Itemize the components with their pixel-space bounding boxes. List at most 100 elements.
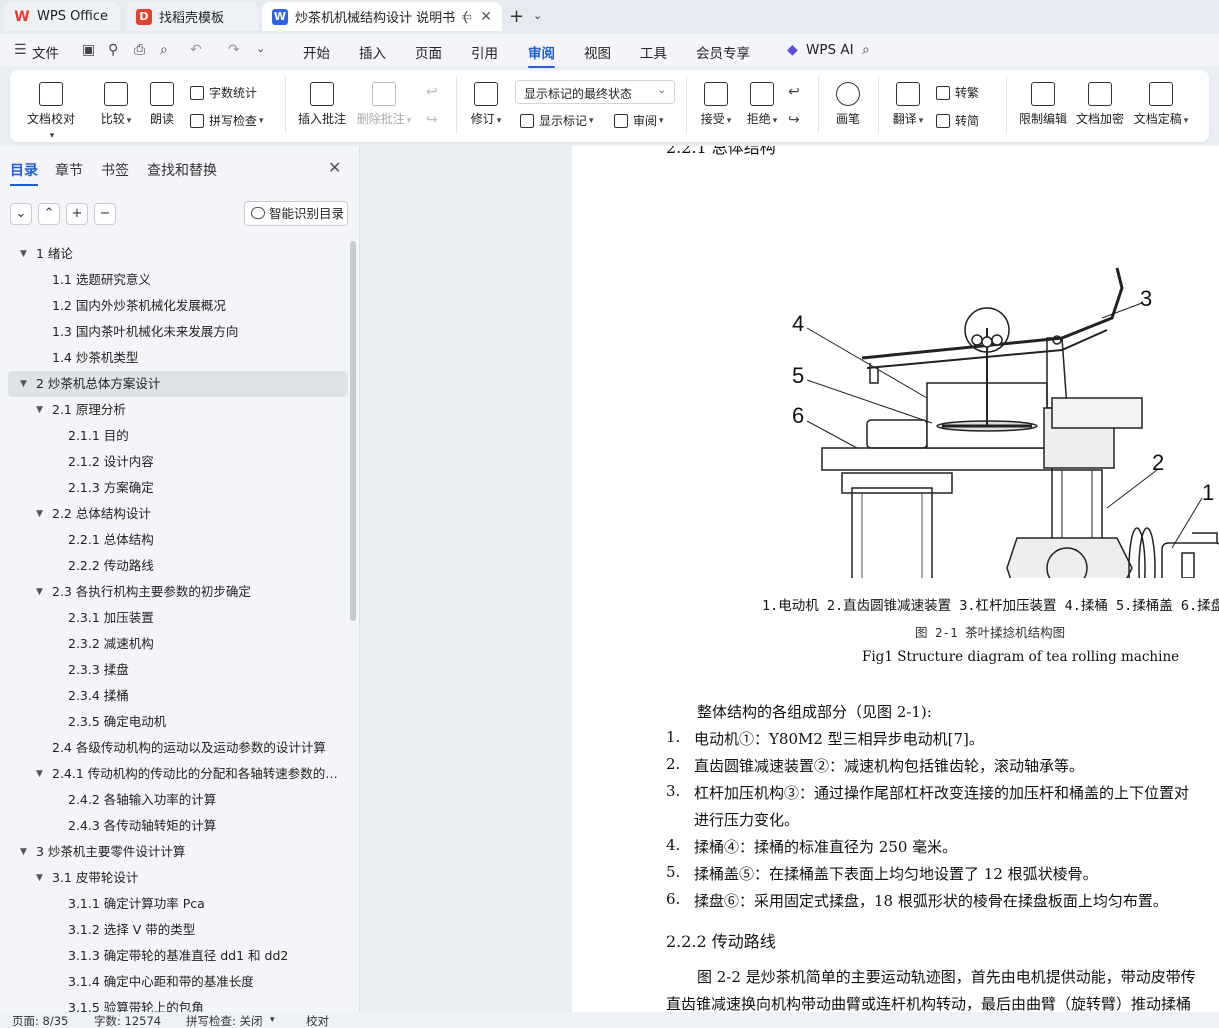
proof-status[interactable]: 校对 bbox=[306, 1013, 329, 1028]
spell-check-button[interactable]: 拼写检查 ▾ bbox=[190, 112, 264, 129]
toc-item[interactable]: 2.1.1 目的 bbox=[8, 423, 348, 449]
toc-item[interactable]: ▼ 2.1 原理分析 bbox=[8, 397, 348, 423]
delete-comment-button[interactable]: 删除批注 ▾ bbox=[354, 82, 414, 127]
toc-item[interactable]: ▼ 2.4.1 传动机构的传动比的分配和各轴转速参数的设 ... bbox=[8, 761, 348, 787]
toc-item[interactable]: 3.1.5 验算带轮上的包角 bbox=[8, 995, 348, 1012]
accept-button[interactable]: 接受 ▾ bbox=[696, 82, 736, 127]
tab-document[interactable]: W 炒茶机机械结构设计 说明书（ ▭ ✕ bbox=[262, 2, 502, 31]
nav-tab-sections[interactable]: 章节 bbox=[55, 160, 83, 180]
doc-check-button[interactable]: 文档校对▾ bbox=[26, 82, 76, 141]
toc-item[interactable]: ▼ 2 炒茶机总体方案设计 bbox=[8, 371, 348, 397]
toc-item[interactable]: 2.3.5 确定电动机 bbox=[8, 709, 348, 735]
prev-comment-icon[interactable]: ↩ bbox=[426, 84, 438, 100]
pen-button[interactable]: 画笔 bbox=[830, 82, 866, 127]
markup-state-select[interactable]: 显示标记的最终状态 ⌄ bbox=[515, 80, 675, 104]
toc-item[interactable]: 1.2 国内外炒茶机械化发展概况 bbox=[8, 293, 348, 319]
smart-toc-button[interactable]: 智能识别目录 bbox=[244, 201, 348, 226]
menu-file[interactable]: 文件 bbox=[32, 42, 59, 62]
next-change-icon[interactable]: ↪ bbox=[788, 112, 800, 128]
translate-button[interactable]: 翻译 ▾ bbox=[888, 82, 928, 127]
menu-insert[interactable]: 插入 bbox=[359, 42, 386, 62]
hamburger-icon[interactable]: ☰ bbox=[14, 42, 27, 58]
restrict-edit-button[interactable]: 限制编辑 bbox=[1016, 82, 1070, 127]
search-icon[interactable]: ⌕ bbox=[862, 42, 870, 58]
to-simplified-button[interactable]: 转简 bbox=[936, 112, 979, 129]
toc-item[interactable]: 2.3.2 减速机构 bbox=[8, 631, 348, 657]
toc-item[interactable]: 3.1.3 确定带轮的基准直径 dd1 和 dd2 bbox=[8, 943, 348, 969]
expand-toggle-icon[interactable]: ▼ bbox=[20, 241, 27, 267]
toc-item[interactable]: ▼ 1 绪论 bbox=[8, 241, 348, 267]
word-count-button[interactable]: 字数统计 bbox=[190, 84, 257, 101]
toc-item[interactable]: 3.1.4 确定中心距和带的基准长度 bbox=[8, 969, 348, 995]
close-icon[interactable]: ✕ bbox=[328, 158, 341, 177]
menu-reference[interactable]: 引用 bbox=[471, 42, 498, 62]
tab-wps-office[interactable]: W WPS Office bbox=[4, 2, 120, 31]
toc-item[interactable]: 2.1.2 设计内容 bbox=[8, 449, 348, 475]
finalize-button[interactable]: 文档定稿 ▾ bbox=[1130, 82, 1192, 127]
expand-toggle-icon[interactable]: ▼ bbox=[36, 865, 43, 891]
toc-item[interactable]: 2.4.3 各传动轴转矩的计算 bbox=[8, 813, 348, 839]
chevron-down-icon[interactable]: ⌄ bbox=[256, 42, 265, 55]
toc-item[interactable]: 1.3 国内茶叶机械化未来发展方向 bbox=[8, 319, 348, 345]
toc-item[interactable]: 2.1.3 方案确定 bbox=[8, 475, 348, 501]
encrypt-button[interactable]: 文档加密 bbox=[1072, 82, 1128, 127]
monitor-icon[interactable]: ▭ bbox=[462, 10, 472, 23]
menu-page[interactable]: 页面 bbox=[415, 42, 442, 62]
expand-toggle-icon[interactable]: ▼ bbox=[36, 579, 43, 605]
menu-vip[interactable]: 会员专享 bbox=[696, 42, 750, 62]
toc-item[interactable]: 2.3.4 揉桶 bbox=[8, 683, 348, 709]
undo-icon[interactable]: ↶ bbox=[190, 42, 202, 58]
show-markup-button[interactable]: 显示标记 ▾ bbox=[520, 112, 594, 129]
toc-item[interactable]: ▼ 2.2 总体结构设计 bbox=[8, 501, 348, 527]
menu-tools[interactable]: 工具 bbox=[640, 42, 667, 62]
chevron-down-icon[interactable]: ▾ bbox=[270, 1015, 275, 1025]
next-comment-icon[interactable]: ↪ bbox=[426, 112, 438, 128]
toc-item[interactable]: 2.3.3 揉盘 bbox=[8, 657, 348, 683]
nav-tab-toc[interactable]: 目录 bbox=[10, 160, 38, 186]
toc-item[interactable]: 2.2.1 总体结构 bbox=[8, 527, 348, 553]
toc-item[interactable]: 2.4 各级传动机构的运动以及运动参数的设计计算 bbox=[8, 735, 348, 761]
review-pane-button[interactable]: 审阅 ▾ bbox=[614, 112, 664, 129]
expand-toggle-icon[interactable]: ▼ bbox=[36, 761, 43, 787]
expand-toggle-icon[interactable]: ▼ bbox=[36, 501, 43, 527]
collapse-all-button[interactable]: ⌄ bbox=[10, 203, 32, 225]
insert-comment-button[interactable]: 插入批注 bbox=[296, 82, 348, 127]
redo-icon[interactable]: ↷ bbox=[228, 42, 240, 58]
word-count-indicator[interactable]: 字数: 12574 bbox=[94, 1013, 161, 1028]
share-icon[interactable]: ⚲ bbox=[108, 42, 118, 58]
menu-view[interactable]: 视图 bbox=[584, 42, 611, 62]
save-icon[interactable]: ▣ bbox=[82, 42, 95, 58]
remove-heading-button[interactable]: − bbox=[94, 203, 116, 225]
nav-tab-bookmarks[interactable]: 书签 bbox=[101, 160, 129, 180]
nav-tab-find-replace[interactable]: 查找和替换 bbox=[147, 160, 217, 180]
toc-item[interactable]: ▼ 2.3 各执行机构主要参数的初步确定 bbox=[8, 579, 348, 605]
track-changes-button[interactable]: 修订 ▾ bbox=[466, 82, 506, 127]
menu-start[interactable]: 开始 bbox=[303, 42, 330, 62]
to-traditional-button[interactable]: 转繁 bbox=[936, 84, 979, 101]
prev-change-icon[interactable]: ↩ bbox=[788, 84, 800, 100]
page-indicator[interactable]: 页面: 8/35 bbox=[12, 1013, 68, 1028]
toc-item[interactable]: 1.4 炒茶机类型 bbox=[8, 345, 348, 371]
add-heading-button[interactable]: + bbox=[66, 203, 88, 225]
tab-template[interactable]: D 找稻壳模板 bbox=[126, 2, 258, 31]
toc-item[interactable]: ▼ 3 炒茶机主要零件设计计算 bbox=[8, 839, 348, 865]
print-preview-icon[interactable]: ⌕ bbox=[160, 42, 168, 58]
compare-button[interactable]: 比较 ▾ bbox=[96, 82, 136, 127]
menu-review[interactable]: 审阅 bbox=[528, 42, 555, 68]
reject-button[interactable]: 拒绝 ▾ bbox=[742, 82, 782, 127]
nav-scrollbar[interactable] bbox=[350, 241, 356, 621]
toc-item[interactable]: 2.3.1 加压装置 bbox=[8, 605, 348, 631]
new-tab-icon[interactable]: + bbox=[509, 6, 524, 27]
toc-item[interactable]: ▼ 3.1 皮带轮设计 bbox=[8, 865, 348, 891]
toc-item[interactable]: 2.2.2 传动路线 bbox=[8, 553, 348, 579]
read-aloud-button[interactable]: 朗读 bbox=[146, 82, 178, 127]
toc-item[interactable]: 1.1 选题研究意义 bbox=[8, 267, 348, 293]
menu-wps-ai[interactable]: WPS AI bbox=[806, 42, 854, 58]
close-icon[interactable]: ✕ bbox=[480, 9, 492, 25]
expand-toggle-icon[interactable]: ▼ bbox=[20, 839, 27, 865]
spell-check-status[interactable]: 拼写检查: 关闭 bbox=[186, 1013, 263, 1028]
expand-toggle-icon[interactable]: ▼ bbox=[36, 397, 43, 423]
toc-item[interactable]: 2.4.2 各轴输入功率的计算 bbox=[8, 787, 348, 813]
print-icon[interactable]: ⎙ bbox=[134, 42, 145, 58]
toc-item[interactable]: 3.1.1 确定计算功率 Pca bbox=[8, 891, 348, 917]
